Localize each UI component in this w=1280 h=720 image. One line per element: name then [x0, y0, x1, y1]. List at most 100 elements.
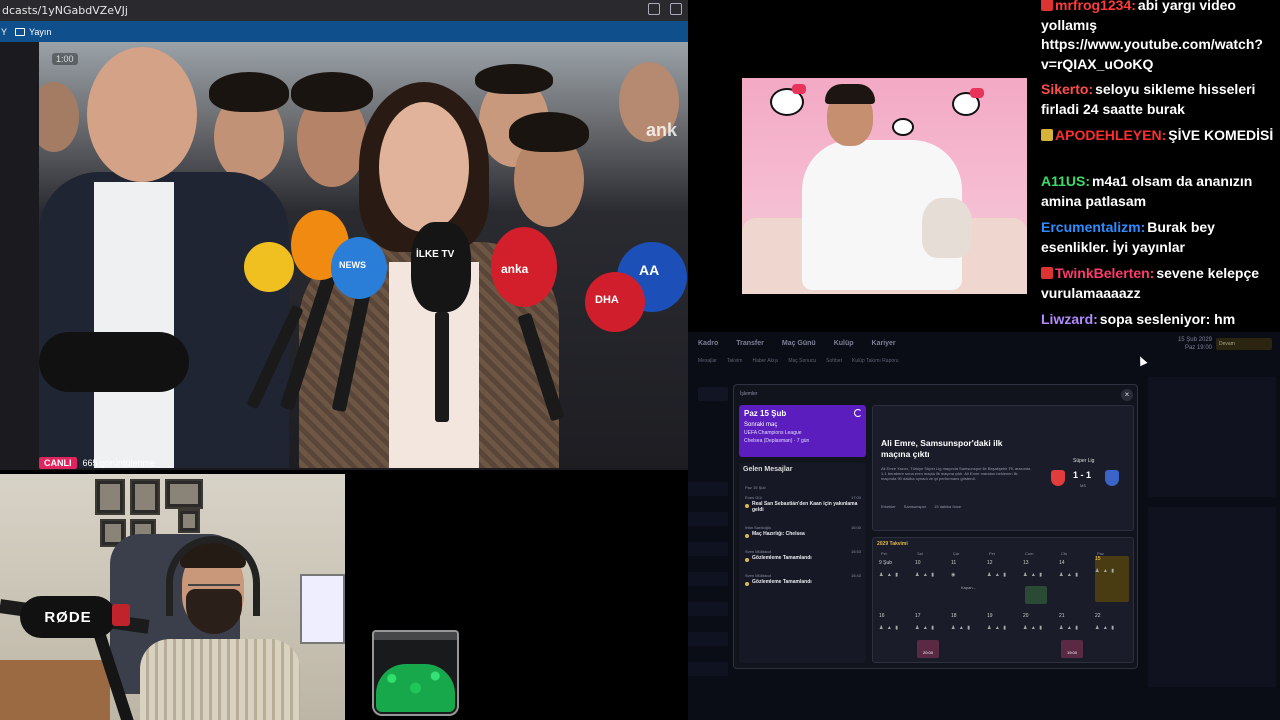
video-player[interactable]: NEWS İLKE TV anka AA DHA: [39, 42, 688, 468]
chat-username[interactable]: Liwzard:: [1041, 311, 1098, 327]
news-item-card[interactable]: Ali Emre, Samsunspor'daki ilk maçına çık…: [872, 405, 1134, 531]
nav-kadro[interactable]: Kadro: [698, 340, 718, 347]
inbox-message[interactable]: Sven Müllstcut Gözlemleme Tamamlandı 15:…: [745, 573, 861, 597]
chat-message: Ercumentalizm: Burak bey esenlikler. İyi …: [1041, 218, 1277, 257]
chat-username[interactable]: TwinkBelerten:: [1055, 265, 1154, 281]
inbox-message[interactable]: İrfan Sarıkoğlu Maç Hazırlığı: Chelsea 1…: [745, 525, 861, 549]
subnav-item[interactable]: Kulüp Takımı Raporu: [852, 358, 899, 364]
calendar-day-today[interactable]: 15 ♟ ▲ ▮: [1095, 556, 1129, 602]
message-sender: Enes Gül: [745, 495, 762, 500]
actions-modal: İşlemler × Paz 15 Şub Sonraki maç UEFA C…: [733, 384, 1138, 669]
fm-date-display: 15 Şub 2029 Paz 19:00: [1178, 336, 1212, 352]
news-headline: Ali Emre, Samsunspor'daki ilk maçına çık…: [881, 438, 1003, 459]
reader-view-icon[interactable]: [648, 3, 660, 15]
man-hair: [825, 84, 875, 104]
subnav-item[interactable]: Haber Akışı: [752, 358, 778, 364]
bg-row: [688, 512, 728, 526]
message-subject: Gözlemleme Tamamlandı: [752, 555, 812, 561]
view-count: 665 görüntülenme: [82, 457, 156, 468]
calendar-day[interactable]: 14 ♟ ▲ ▮: [1059, 560, 1093, 606]
day-of-week: Sal: [917, 551, 923, 556]
calendar-day[interactable]: 11 ◉: [951, 560, 985, 606]
basaksehir-crest-icon: [1105, 470, 1119, 486]
bookmark-item[interactable]: Y: [1, 27, 11, 37]
calendar-day[interactable]: 20 ♟ ▲ ▮: [1023, 613, 1057, 659]
close-icon[interactable]: ×: [1121, 389, 1133, 401]
calendar-match-badge[interactable]: 19:00: [1061, 640, 1083, 658]
chat-username[interactable]: Ercumentalizm:: [1041, 219, 1145, 235]
nav-kariyer[interactable]: Kariyer: [872, 340, 896, 347]
bookmark-folder-yayin[interactable]: Yayın: [15, 27, 51, 37]
match-status: MS: [1080, 483, 1086, 488]
continue-button[interactable]: Devam: [1216, 338, 1272, 350]
training-icons: ♟ ▲ ▮: [915, 572, 935, 578]
day-of-week: Çar: [953, 551, 960, 556]
chat-username[interactable]: mrfrog1234:: [1055, 0, 1136, 13]
photo-frame: [165, 479, 203, 509]
candy-jar: [372, 630, 459, 716]
bg-row: [688, 662, 728, 676]
video-timecode: 1:00: [52, 53, 78, 65]
subnav-item[interactable]: Maç Sonucu: [788, 358, 816, 364]
next-match-label: Sonraki maç: [744, 422, 778, 428]
mic-ilke-tv: [411, 222, 471, 312]
nav-mac-gunu[interactable]: Maç Günü: [782, 340, 816, 347]
day-of-week: Pzt: [881, 551, 887, 556]
message-sender: Sven Müllstcut: [745, 573, 772, 578]
whiteboard: [300, 574, 345, 644]
calendar-day[interactable]: 16 ♟ ▲ ▮: [879, 613, 913, 659]
calendar-match-badge[interactable]: [1025, 586, 1047, 604]
day-of-week: Per: [989, 551, 996, 556]
day-of-week: Cum: [1025, 551, 1034, 556]
calendar-day[interactable]: 12 ♟ ▲ ▮: [987, 560, 1021, 606]
nav-transfer[interactable]: Transfer: [736, 340, 764, 347]
channel-watermark: ank: [646, 120, 678, 140]
chat-username[interactable]: APODEHLEYEN:: [1055, 127, 1166, 143]
training-icons: ♟ ▲ ▮: [987, 572, 1007, 578]
loading-spinner-icon: [854, 409, 862, 417]
calendar-day[interactable]: 10 ♟ ▲ ▮: [915, 560, 949, 606]
fm-sub-nav: Mesajlar Takvim Haber Akışı Maç Sonucu S…: [688, 354, 1280, 368]
floor: [0, 660, 110, 720]
calendar-day[interactable]: 19 ♟ ▲ ▮: [987, 613, 1021, 659]
bookmark-folder-label: Yayın: [29, 26, 52, 37]
fm-date: 15 Şub 2029: [1177, 337, 1212, 343]
url-text[interactable]: dcasts/1yNGabdVZeVJj: [2, 4, 128, 17]
news-tag[interactable]: Samsunspor: [904, 504, 926, 509]
football-manager-window: Kadro Transfer Maç Günü Kulüp Kariyer Me…: [688, 332, 1280, 720]
news-tag[interactable]: Erkekler: [881, 504, 896, 509]
webcam-feed: RØDE: [0, 474, 345, 720]
bow-icon: [970, 88, 984, 98]
kitten: [922, 198, 972, 258]
day-number: 11: [951, 560, 957, 566]
subnav-item[interactable]: Takvim: [727, 358, 743, 364]
photo-frame: [95, 479, 125, 515]
subnav-item[interactable]: Mesajlar: [698, 358, 717, 364]
chat-username[interactable]: A11US:: [1041, 173, 1090, 189]
calendar-title: 2029 Takvimi: [877, 541, 908, 547]
news-body: Ali Emre Yazıcı, Türkiye Süper Lig maçın…: [881, 466, 1031, 481]
chat-username[interactable]: Sikerto:: [1041, 81, 1093, 97]
translate-icon[interactable]: [670, 3, 682, 15]
next-match-card[interactable]: Paz 15 Şub Sonraki maç UEFA Champions Le…: [739, 405, 866, 457]
day-number: 13: [1023, 560, 1029, 566]
inbox-message[interactable]: Sven Müllstcut Gözlemleme Tamamlandı 15:…: [745, 549, 861, 573]
subnav-item[interactable]: Sohbet: [826, 358, 842, 364]
calendar-day[interactable]: 9 Şub ♟ ▲ ▮: [879, 560, 913, 606]
calendar-match-badge[interactable]: 20:00: [917, 640, 939, 658]
nav-kulup[interactable]: Kulüp: [834, 340, 854, 347]
unread-dot-icon: [745, 534, 749, 538]
bg-row: [688, 632, 728, 646]
calendar-day[interactable]: 22 ♟ ▲ ▮: [1095, 613, 1129, 659]
bg-row: [688, 572, 728, 586]
message-time: 15:43: [850, 573, 861, 578]
day-number: 14: [1059, 560, 1065, 566]
day-number: 20: [1023, 613, 1029, 619]
crowd-hair: [291, 72, 373, 112]
training-icons: ♟ ▲ ▮: [879, 572, 899, 578]
calendar-day[interactable]: 18 ♟ ▲ ▮: [951, 613, 985, 659]
chat-message: mrfrog1234: abi yargı video yollamış http…: [1041, 0, 1277, 74]
day-of-week: Cts: [1061, 551, 1067, 556]
inbox-message[interactable]: Enes Gül Real San Sebastián'den Kaan içi…: [745, 495, 861, 519]
address-bar[interactable]: dcasts/1yNGabdVZeVJj: [0, 0, 688, 21]
